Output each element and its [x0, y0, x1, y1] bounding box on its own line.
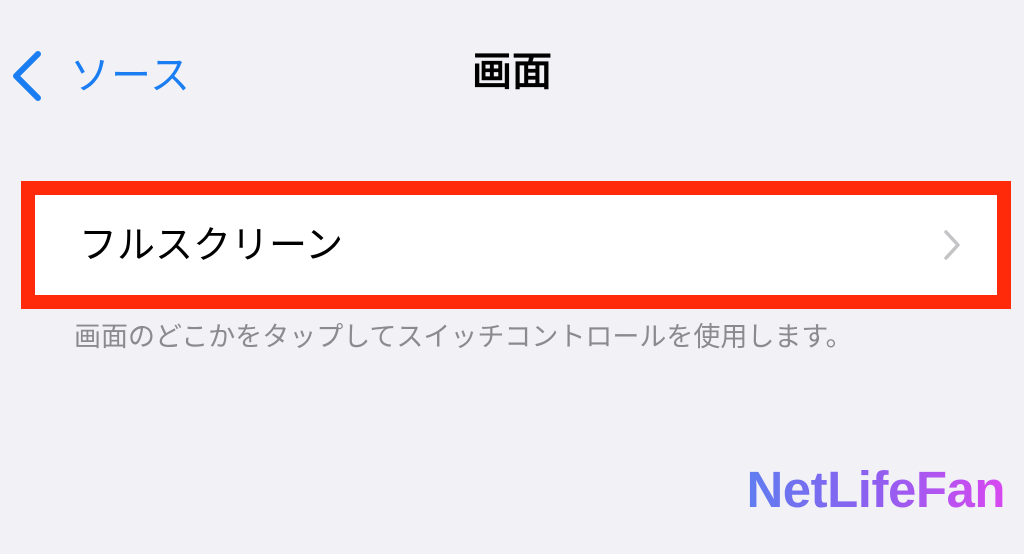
section-footer-note: 画面のどこかをタップしてスイッチコントロールを使用します。 [74, 322, 853, 353]
list-item-fullscreen[interactable]: フルスクリーン [35, 195, 997, 295]
list-item-label: フルスクリーン [79, 223, 344, 267]
chevron-right-icon [944, 230, 960, 260]
highlight-frame: フルスクリーン [21, 181, 1011, 309]
navigation-bar: ソース 画面 [0, 0, 1024, 150]
page-title: 画面 [472, 49, 552, 95]
watermark-logo: NetLifeFan [746, 461, 1005, 518]
